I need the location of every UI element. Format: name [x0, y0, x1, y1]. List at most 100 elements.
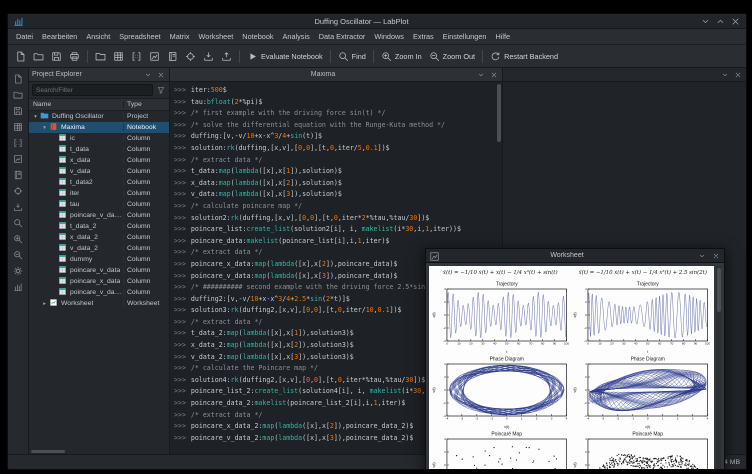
- tree-row-x-data[interactable]: x_dataColumn: [29, 155, 169, 166]
- tree-column-headers[interactable]: Name Type: [29, 99, 169, 111]
- tree-row-ic[interactable]: icColumn: [29, 133, 169, 144]
- tree-row-maxima[interactable]: ▾MaximaNotebook: [29, 122, 169, 133]
- save-project-button[interactable]: [48, 49, 65, 64]
- close-button[interactable]: [730, 16, 741, 27]
- menu-ansicht[interactable]: Ansicht: [82, 31, 114, 42]
- tree-row-t-data-2[interactable]: t_data_2Column: [29, 221, 169, 232]
- plot-poincare-map-2[interactable]: Poincaré Map-4-3-2-101234-4-2024x(t)v(t): [572, 429, 713, 470]
- plot-trajectory-1[interactable]: Trajectory0102030405060708090100-4-2024t…: [431, 279, 572, 354]
- expand-caret[interactable]: ▸: [41, 301, 48, 307]
- tree-row-x-data-2[interactable]: x_data_2Column: [29, 232, 169, 243]
- tree-row-worksheet[interactable]: ▸WorksheetWorksheet: [29, 298, 169, 309]
- chart-tool-button[interactable]: [10, 279, 26, 294]
- new-datapicker-button[interactable]: [182, 49, 199, 64]
- import-tool-button[interactable]: [10, 199, 26, 214]
- tree-row-t-data2[interactable]: t_data2Column: [29, 177, 169, 188]
- maximize-button[interactable]: [715, 16, 726, 27]
- zoom-out-tool-button[interactable]: [10, 247, 26, 262]
- tree-row-poincare-v-data2[interactable]: poincare_v_data2Column: [29, 210, 169, 221]
- menu-worksheet[interactable]: Worksheet: [195, 31, 238, 42]
- folder-button[interactable]: [10, 87, 26, 102]
- spreadsheet-tool-button[interactable]: [10, 119, 26, 134]
- find-tool-button[interactable]: [10, 215, 26, 230]
- minimize-button[interactable]: [700, 16, 711, 27]
- worksheet-window[interactable]: Worksheet ẍ(t) = −1/10 ẋ(t) + x(t) − 1/4…: [425, 248, 725, 470]
- notebook-header[interactable]: Maxima: [170, 68, 502, 82]
- dock-close-icon[interactable]: [732, 69, 743, 80]
- restart-backend-button[interactable]: Restart Backend: [487, 49, 561, 64]
- tree-row-iter[interactable]: iterColumn: [29, 188, 169, 199]
- menu-windows[interactable]: Windows: [370, 31, 408, 42]
- tree-row-poincare-v-data-2[interactable]: poincare_v_data_2Column: [29, 287, 169, 298]
- new-project-button[interactable]: [12, 49, 29, 64]
- open-project-button[interactable]: [30, 49, 47, 64]
- menu-hilfe[interactable]: Hilfe: [491, 31, 514, 42]
- plot-phase-diagram-1[interactable]: Phase Diagram-4-3-2-101234-4-2024x(t)v(t…: [431, 354, 572, 429]
- export-data-button[interactable]: [218, 49, 235, 64]
- new-folder-button[interactable]: [92, 49, 109, 64]
- worksheet-scrollbar[interactable]: [716, 266, 721, 470]
- svg-text:v(t): v(t): [432, 387, 436, 392]
- find-button[interactable]: Find: [335, 49, 369, 64]
- zoom-in-icon: [13, 234, 23, 244]
- scrollbar-thumb[interactable]: [717, 268, 721, 312]
- menu-einstellungen[interactable]: Einstellungen: [439, 31, 491, 42]
- menu-data-extractor[interactable]: Data Extractor: [315, 31, 370, 42]
- project-explorer-header[interactable]: Project Explorer: [29, 68, 169, 82]
- worksheet-titlebar[interactable]: Worksheet: [426, 249, 724, 263]
- menu-bearbeiten[interactable]: Bearbeiten: [38, 31, 81, 42]
- column-header-name[interactable]: Name: [29, 101, 124, 108]
- titlebar[interactable]: Duffing Oscillator — LabPlot: [8, 14, 746, 29]
- worksheet-page[interactable]: ẍ(t) = −1/10 ẋ(t) + x(t) − 1/4 x³(t) + s…: [429, 266, 714, 470]
- dock-float-icon[interactable]: [142, 69, 153, 80]
- tree-row-poincare-v-data[interactable]: poincare_v_dataColumn: [29, 265, 169, 276]
- tree-row-dummy[interactable]: dummyColumn: [29, 254, 169, 265]
- new-notebook-button[interactable]: [164, 49, 181, 64]
- column-header-type[interactable]: Type: [124, 101, 169, 108]
- menu-matrix[interactable]: Matrix: [166, 31, 194, 42]
- plot-trajectory-2[interactable]: Trajectory0102030405060708090100-4-2024t…: [572, 279, 713, 354]
- dock-close-icon[interactable]: [710, 250, 721, 261]
- plot-poincare-map-1[interactable]: Poincaré Map-4-3-2-101234-4-2024x(t)v(t): [431, 429, 572, 470]
- dock-float-icon[interactable]: [475, 69, 486, 80]
- zoom-in-button[interactable]: Zoom In: [378, 49, 425, 64]
- notebook-tool-button[interactable]: [10, 167, 26, 182]
- datapicker-tool-button[interactable]: [10, 183, 26, 198]
- settings-tool-button[interactable]: [10, 263, 26, 278]
- filter-icon[interactable]: [155, 85, 166, 96]
- menu-datei[interactable]: Datei: [12, 31, 37, 42]
- tree-row-poincare-x-data[interactable]: poincare_x_dataColumn: [29, 276, 169, 287]
- print-button[interactable]: [66, 49, 83, 64]
- evaluate-notebook-button[interactable]: Evaluate Notebook: [244, 49, 326, 64]
- import-data-button[interactable]: [200, 49, 217, 64]
- dock-float-icon[interactable]: [719, 69, 730, 80]
- worksheet-tool-button[interactable]: [10, 151, 26, 166]
- new-spreadsheet-button[interactable]: [110, 49, 127, 64]
- zoom-out-button[interactable]: Zoom Out: [426, 49, 478, 64]
- horizontal-scrollbar[interactable]: [31, 450, 65, 453]
- tree-row-t-data[interactable]: t_dataColumn: [29, 144, 169, 155]
- vertical-scrollbar[interactable]: [497, 84, 501, 142]
- zoom-in-tool-button[interactable]: [10, 231, 26, 246]
- new-document-button[interactable]: [10, 71, 26, 86]
- menu-extras[interactable]: Extras: [409, 31, 438, 42]
- matrix-tool-button[interactable]: [10, 135, 26, 150]
- expand-caret[interactable]: ▾: [41, 125, 48, 131]
- menu-spreadsheet[interactable]: Spreadsheet: [115, 31, 164, 42]
- tree-row-tau[interactable]: tauColumn: [29, 199, 169, 210]
- tree-row-v-data[interactable]: v_dataColumn: [29, 166, 169, 177]
- new-matrix-button[interactable]: [128, 49, 145, 64]
- dock-float-icon[interactable]: [696, 250, 707, 261]
- dock-close-icon[interactable]: [155, 69, 166, 80]
- expand-caret[interactable]: ▾: [32, 114, 39, 120]
- plot-phase-diagram-2[interactable]: Phase Diagram-4-3-2-101234-4-2024x(t)v(t…: [572, 354, 713, 429]
- tree-row-v-data-2[interactable]: v_data_2Column: [29, 243, 169, 254]
- dock-close-icon[interactable]: [488, 69, 499, 80]
- menu-analysis[interactable]: Analysis: [279, 31, 314, 42]
- right-dock-header[interactable]: [503, 68, 746, 82]
- tree-row-duffing-oscillator[interactable]: ▾Duffing OscillatorProject: [29, 111, 169, 122]
- search-input[interactable]: [32, 84, 153, 96]
- new-worksheet-button[interactable]: [146, 49, 163, 64]
- menu-notebook[interactable]: Notebook: [238, 31, 277, 42]
- save-button[interactable]: [10, 103, 26, 118]
